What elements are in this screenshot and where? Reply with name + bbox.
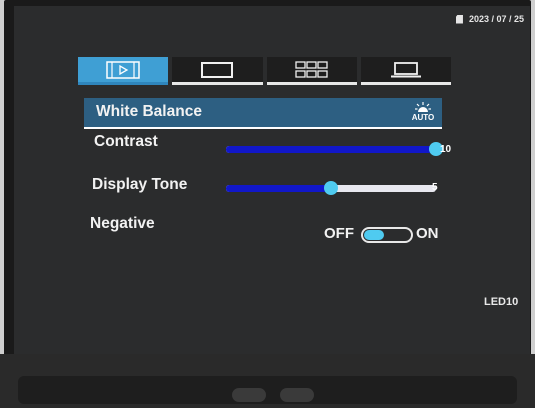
device-ridge — [18, 376, 517, 404]
device-button — [232, 388, 266, 402]
negative-label: Negative — [90, 215, 155, 232]
device-bottom-edge — [0, 354, 535, 408]
display-tone-slider-fill — [226, 185, 331, 192]
negative-toggle-knob — [364, 230, 384, 240]
date-display: 2023 / 07 / 25 — [468, 14, 524, 24]
menu-item-white-balance[interactable]: White Balance AUTO — [84, 98, 442, 129]
grid-layout-icon — [294, 60, 328, 78]
device-bezel: 2023 / 07 / 25 White Balance AUTO Contra… — [4, 0, 531, 380]
white-balance-label: White Balance — [96, 103, 202, 120]
sun-icon — [415, 102, 431, 112]
auto-label: AUTO — [411, 113, 435, 122]
photo-frame: 2023 / 07 / 25 White Balance AUTO Contra… — [0, 0, 535, 408]
display-tone-label: Display Tone — [92, 176, 188, 193]
laptop-icon — [390, 61, 421, 77]
contrast-slider-fill — [226, 146, 436, 153]
osd-screen: 2023 / 07 / 25 White Balance AUTO Contra… — [14, 6, 530, 354]
tab-movie-settings[interactable] — [78, 57, 169, 85]
model-label: LED10 — [484, 296, 519, 308]
device-button — [280, 388, 314, 402]
negative-on-label: ON — [416, 225, 439, 242]
display-tone-slider[interactable] — [226, 181, 436, 195]
contrast-slider[interactable] — [226, 142, 443, 156]
negative-toggle[interactable] — [361, 227, 413, 243]
sd-card-icon — [455, 14, 463, 24]
display-tone-value: 5 — [432, 182, 438, 193]
screen-display-icon — [201, 61, 234, 78]
movie-settings-icon — [106, 60, 140, 79]
tab-screen-display[interactable] — [172, 57, 263, 85]
status-bar: 2023 / 07 / 25 — [455, 14, 524, 24]
negative-off-label: OFF — [324, 225, 354, 242]
contrast-label: Contrast — [94, 133, 158, 150]
display-tone-slider-thumb[interactable] — [324, 181, 338, 195]
menu-tabs — [78, 57, 451, 85]
auto-white-balance-icon: AUTO — [410, 102, 436, 124]
tab-grid-layout[interactable] — [266, 57, 357, 85]
tab-laptop[interactable] — [360, 57, 451, 85]
contrast-value: 10 — [440, 144, 452, 155]
